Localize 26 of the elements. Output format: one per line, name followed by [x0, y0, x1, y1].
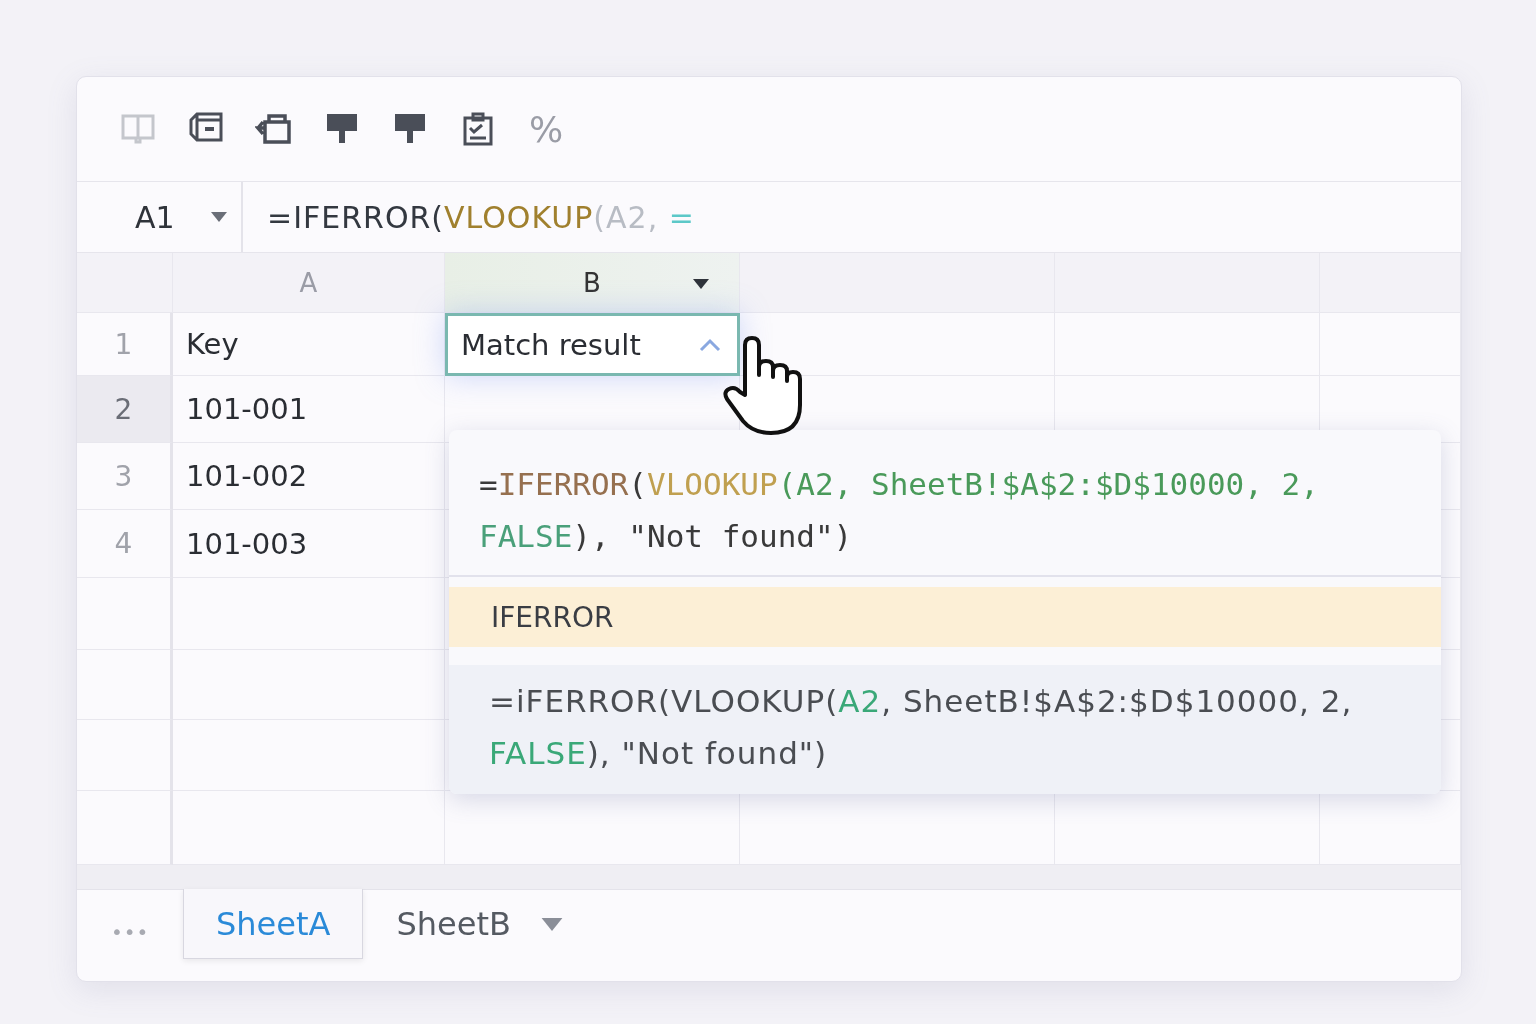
chevron-up-icon	[699, 337, 721, 352]
table-cell: 101-002	[173, 443, 445, 510]
sheet-tab[interactable]: SheetB	[363, 889, 596, 959]
sheet-tab[interactable]: SheetA	[183, 889, 364, 959]
row-header[interactable]	[77, 578, 173, 650]
row-header[interactable]	[77, 720, 173, 791]
percent-button[interactable]: %	[528, 108, 564, 150]
column-header[interactable]: B	[445, 253, 740, 313]
suggestion-item[interactable]: IFERROR	[449, 587, 1441, 647]
column-header[interactable]	[1320, 253, 1461, 313]
formula-preview: =IFERROR(VLOOKUP(A2, SheetB!$A$2:$D$10000, 2, FALSE), "Not found")	[449, 430, 1441, 577]
column-header[interactable]: A	[173, 253, 445, 313]
row-header[interactable]: 4	[77, 510, 173, 578]
more-button[interactable]: •••	[111, 920, 183, 944]
row-header[interactable]	[77, 791, 173, 865]
row-header[interactable]: 1	[77, 313, 173, 376]
function-hint: =iFERROR(VLOOKUP(A2, SheetB!$A$2:$D$10000, 2, FALSE), "Not found")	[449, 665, 1441, 794]
cell-editor[interactable]: Match result	[445, 313, 740, 376]
row-header[interactable]: 3	[77, 443, 173, 510]
table-cell: 101-001	[173, 376, 445, 443]
dropdown-caret-icon	[211, 212, 227, 222]
column-header[interactable]	[740, 253, 1055, 313]
row-header[interactable]	[77, 650, 173, 720]
row-header[interactable]: 2	[77, 376, 173, 443]
formula-input[interactable]: =IFERROR(VLOOKUP(A2, =	[243, 182, 695, 252]
table-cell: 101-003	[173, 510, 445, 578]
